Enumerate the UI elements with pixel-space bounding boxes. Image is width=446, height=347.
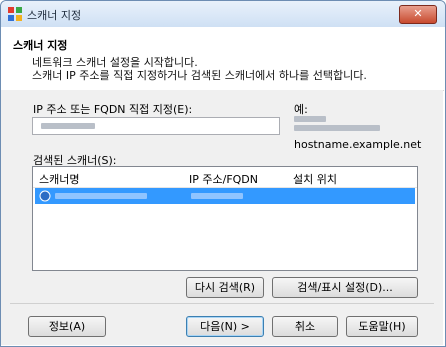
scanner-list-header: 스캐너명 IP 주소/FQDN 설치 위치: [33, 167, 417, 188]
network-scanner-icon: [39, 190, 51, 202]
search-again-button[interactable]: 다시 검색(R): [186, 277, 264, 298]
window-title: 스캐너 지정: [27, 9, 82, 22]
header-desc-line2: 스캐너 IP 주소를 직접 지정하거나 검색된 스캐너에서 하나를 선택합니다.: [32, 69, 367, 82]
example-ipv6-redacted: [294, 125, 380, 131]
title-bar[interactable]: 스캐너 지정 ✕: [1, 1, 445, 27]
scanner-name-redacted: [55, 193, 147, 199]
scanner-ip-redacted: [191, 193, 243, 199]
scanner-list[interactable]: 스캐너명 IP 주소/FQDN 설치 위치: [32, 166, 418, 271]
ip-field-label: IP 주소 또는 FQDN 직접 지정(E):: [33, 103, 193, 116]
column-location[interactable]: 설치 위치: [293, 171, 337, 187]
cancel-button[interactable]: 취소: [272, 316, 338, 337]
example-label: 예:: [294, 103, 308, 116]
help-button[interactable]: 도움말(H): [346, 316, 418, 337]
footer-separator: [10, 303, 434, 304]
close-button[interactable]: ✕: [399, 5, 437, 24]
ip-address-input[interactable]: [32, 117, 280, 135]
scanner-app-icon: [8, 7, 22, 21]
next-button[interactable]: 다음(N) >: [186, 316, 264, 337]
ip-input-value-redacted: [41, 123, 95, 129]
example-hostname: hostname.example.net: [294, 138, 422, 151]
search-display-settings-button[interactable]: 검색/표시 설정(D)...: [272, 277, 418, 298]
column-scanner-name[interactable]: 스캐너명: [39, 171, 79, 187]
info-button[interactable]: 정보(A): [28, 316, 106, 337]
scanner-list-item[interactable]: [35, 188, 415, 204]
dialog-header: 스캐너 지정 네트워크 스캐너 설정을 시작합니다. 스캐너 IP 주소를 직접…: [2, 27, 444, 91]
header-description: 네트워크 스캐너 설정을 시작합니다. 스캐너 IP 주소를 직접 지정하거나 …: [32, 56, 367, 82]
header-desc-line1: 네트워크 스캐너 설정을 시작합니다.: [32, 56, 198, 69]
header-title: 스캐너 지정: [13, 39, 68, 52]
example-ip-redacted: [294, 116, 326, 122]
column-ip-fqdn[interactable]: IP 주소/FQDN: [189, 171, 258, 187]
